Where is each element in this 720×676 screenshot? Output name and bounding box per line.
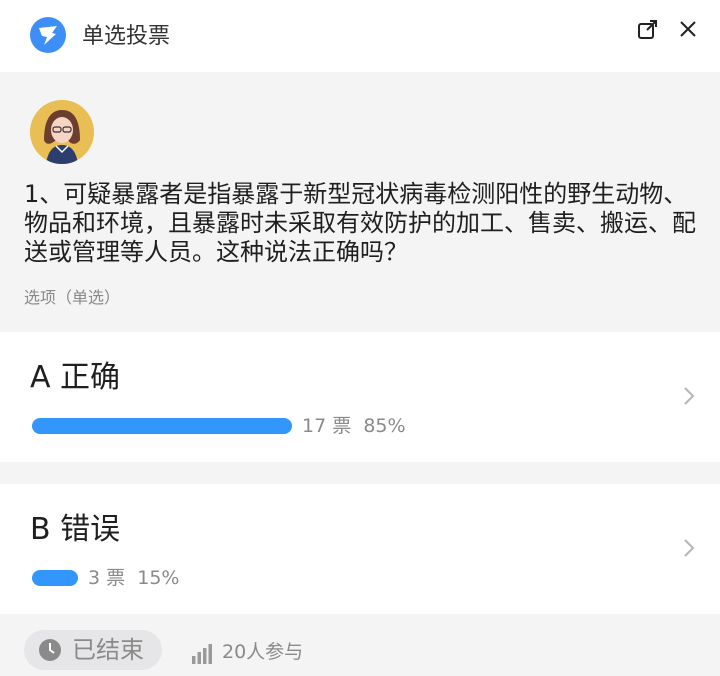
status-text: 已结束: [72, 636, 144, 664]
vote-count: 3 票: [88, 567, 126, 589]
close-icon[interactable]: [675, 16, 703, 44]
question-text: 1、可疑暴露者是指暴露于新型冠状病毒检测阳性的野生动物、物品和环境，且暴露时未采…: [24, 180, 696, 266]
question-section: 1、可疑暴露者是指暴露于新型冠状病毒检测阳性的野生动物、物品和环境，且暴露时未采…: [0, 72, 720, 330]
vote-progress-bar: [32, 570, 78, 586]
app-logo-icon: [30, 17, 66, 53]
vote-count: 17 票: [302, 415, 352, 437]
option-label: A 正确: [30, 360, 121, 395]
header-bar: 单选投票: [0, 0, 720, 72]
vote-percent: 15%: [137, 567, 180, 589]
page-title: 单选投票: [82, 24, 171, 49]
option-b[interactable]: B 错误 3 票 15%: [0, 484, 720, 614]
option-label: B 错误: [30, 512, 121, 547]
option-a[interactable]: A 正确 17 票 85%: [0, 332, 720, 462]
vote-progress-bar: [32, 418, 292, 434]
open-external-icon[interactable]: [634, 16, 662, 44]
clock-icon: [38, 638, 62, 662]
footer-bar: 已结束 20人参与: [0, 614, 720, 676]
status-badge: 已结束: [24, 630, 162, 670]
participant-count: 20人参与: [222, 641, 304, 663]
chevron-right-icon[interactable]: [680, 536, 698, 560]
vote-result: 17 票 85%: [302, 414, 406, 438]
option-type-label: 选项（单选）: [24, 288, 121, 307]
chevron-right-icon[interactable]: [680, 384, 698, 408]
avatar: [30, 100, 94, 164]
vote-percent: 85%: [363, 415, 406, 437]
vote-result: 3 票 15%: [88, 566, 179, 590]
bar-chart-icon: [190, 642, 214, 666]
